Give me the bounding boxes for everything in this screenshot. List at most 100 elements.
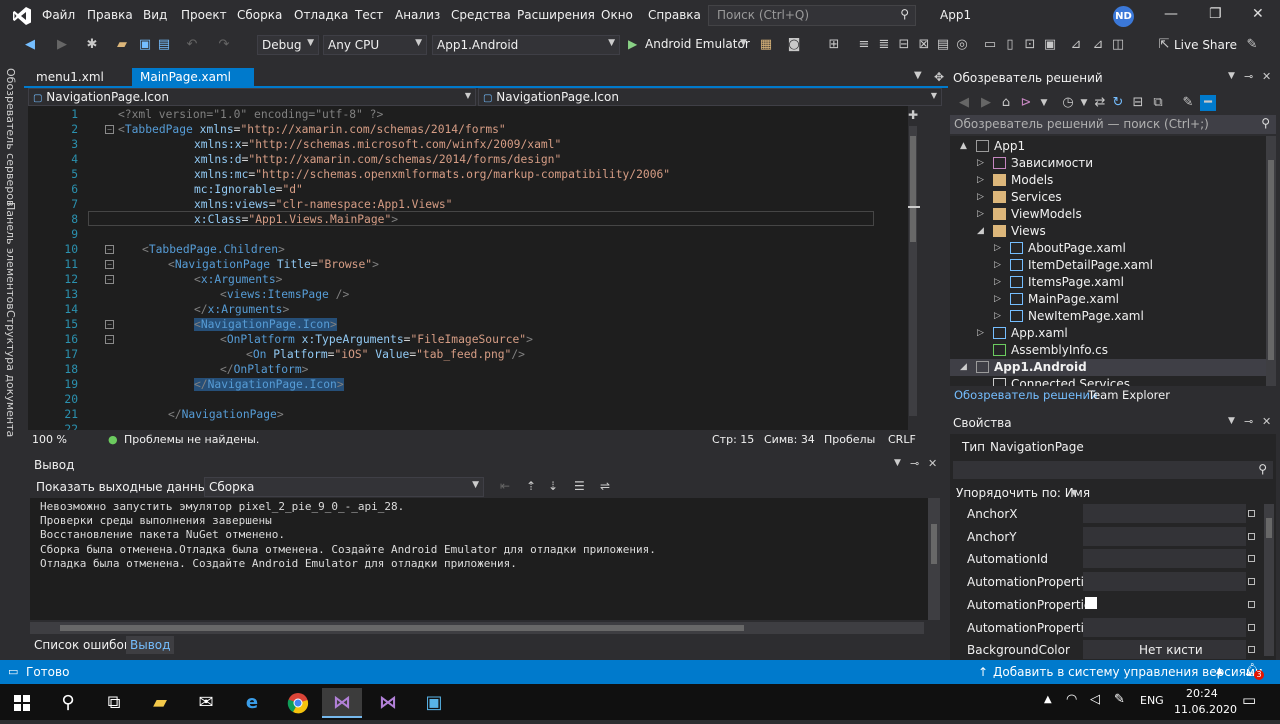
- vs-switch-icon[interactable]: ⊳: [1018, 95, 1034, 111]
- tree-expander-icon[interactable]: ◢: [977, 226, 984, 236]
- start-icon[interactable]: ▶: [628, 37, 637, 51]
- tree-item[interactable]: ▷ Зависимости: [950, 155, 1266, 172]
- property-marker-icon[interactable]: [1248, 578, 1255, 586]
- collapse-all-icon[interactable]: ⊟: [1130, 95, 1146, 111]
- fold-toggle-icon[interactable]: −: [105, 125, 114, 134]
- menu-edit[interactable]: Правка: [87, 8, 133, 22]
- screenshot-icon[interactable]: ◙: [786, 37, 802, 53]
- tab-overflow-icon[interactable]: ▼: [914, 70, 922, 81]
- fold-toggle-icon[interactable]: −: [105, 245, 114, 254]
- open-folder-icon[interactable]: ▰: [114, 37, 130, 53]
- tree-expander-icon[interactable]: ▲: [960, 141, 967, 151]
- menu-analyze[interactable]: Анализ: [395, 8, 440, 22]
- code-editor[interactable]: 1 2 3 4 5 6 7 8 9 10 11 12 13 14 15 16 17 18 19 20 21 22 − − …: [28, 106, 908, 430]
- solution-tree-vscroll-thumb[interactable]: [1268, 160, 1274, 360]
- run-target-button[interactable]: Android Emulator: [645, 37, 750, 51]
- tab-solution-explorer[interactable]: Обозреватель решений: [954, 388, 1098, 402]
- file-explorer-icon[interactable]: ▰: [140, 688, 180, 718]
- scroll-thumb[interactable]: [910, 136, 916, 242]
- panel-menu-icon[interactable]: ▼: [894, 458, 901, 468]
- chrome-icon[interactable]: [278, 688, 318, 718]
- tree-expander-icon[interactable]: ▷: [994, 260, 1001, 270]
- feedback-icon[interactable]: ✎: [1244, 37, 1260, 53]
- menu-view[interactable]: Вид: [143, 8, 167, 22]
- panel-menu-icon[interactable]: ▼: [1228, 71, 1235, 81]
- tab-output[interactable]: Вывод: [126, 636, 175, 654]
- forward-icon[interactable]: ▶: [54, 37, 70, 53]
- sync-icon[interactable]: ⇄: [1092, 95, 1108, 111]
- properties-vscroll[interactable]: [1264, 504, 1274, 656]
- menu-extensions[interactable]: Расширения: [517, 8, 595, 22]
- property-value-field[interactable]: [1083, 504, 1246, 523]
- property-value-field[interactable]: [1083, 572, 1246, 592]
- menu-build[interactable]: Сборка: [237, 8, 282, 22]
- tab-mainpage-xaml[interactable]: MainPage.xaml ⊸ ✕: [132, 68, 254, 98]
- zoom-level[interactable]: 100 %: [32, 433, 67, 446]
- pin-icon[interactable]: ⊸: [910, 457, 919, 470]
- ios-icon[interactable]: ⊿: [1090, 37, 1106, 53]
- tree-item[interactable]: Connected Services: [950, 376, 1266, 386]
- bookmark-icon[interactable]: ⊞: [826, 37, 842, 53]
- startup-project-select[interactable]: App1.Android ▼: [432, 35, 620, 55]
- comment-icon[interactable]: ≡: [856, 37, 872, 53]
- device-icon[interactable]: ▭: [982, 37, 998, 53]
- search-icon[interactable]: ⚲: [48, 688, 88, 718]
- find-message-icon[interactable]: ⇤: [500, 479, 510, 493]
- quick-search-input[interactable]: Поиск (Ctrl+Q) ⚲: [708, 5, 916, 26]
- fold-toggle-icon[interactable]: −: [105, 320, 114, 329]
- tree-item[interactable]: ▷ ItemDetailPage.xaml: [950, 257, 1266, 274]
- menu-window[interactable]: Окно: [601, 8, 633, 22]
- property-value-field[interactable]: [1083, 526, 1246, 546]
- tree-item[interactable]: ▷ NewItemPage.xaml: [950, 308, 1266, 325]
- line-ending-indicator[interactable]: CRLF: [888, 433, 916, 446]
- whitespace-indicator[interactable]: Пробелы: [824, 433, 875, 446]
- pin-icon[interactable]: ⊸: [1244, 415, 1253, 428]
- tree-expander-icon[interactable]: ▷: [977, 158, 984, 168]
- forward-icon[interactable]: ▶: [978, 95, 994, 111]
- property-value-field[interactable]: Нет кисти: [1083, 640, 1246, 660]
- uncomment-icon[interactable]: ≣: [876, 37, 892, 53]
- live-share-icon[interactable]: ⇱: [1156, 37, 1172, 53]
- new-item-icon[interactable]: ✱: [84, 37, 100, 53]
- tree-expander-icon[interactable]: ▷: [977, 192, 984, 202]
- action-center-icon[interactable]: ▭: [1242, 691, 1256, 709]
- network-icon[interactable]: ◎: [954, 37, 970, 53]
- chevron-down-icon[interactable]: ▼: [1036, 95, 1052, 111]
- server-explorer-tab[interactable]: Обозреватель серверов: [4, 68, 17, 206]
- tree-item[interactable]: ▷ MainPage.xaml: [950, 291, 1266, 308]
- edge-icon[interactable]: e: [232, 688, 272, 718]
- minimize-icon[interactable]: —: [1164, 6, 1178, 22]
- solution-search-input[interactable]: Обозреватель решений — поиск (Ctrl+;) ⚲: [950, 115, 1276, 134]
- prev-message-icon[interactable]: ⇡: [526, 479, 536, 493]
- publish-icon[interactable]: ▣: [1042, 37, 1058, 53]
- input-language[interactable]: ENG: [1140, 694, 1164, 707]
- property-marker-icon[interactable]: [1248, 532, 1255, 540]
- property-value-field[interactable]: [1083, 617, 1246, 637]
- volume-icon[interactable]: ◁: [1090, 692, 1100, 707]
- properties-search-input[interactable]: ⚲: [953, 461, 1273, 479]
- menu-file[interactable]: Файл: [42, 8, 75, 22]
- tree-item[interactable]: ◢ App1.Android: [950, 359, 1266, 376]
- config-select[interactable]: Debug ▼: [257, 35, 319, 55]
- editor-scrollbar[interactable]: ✚: [908, 106, 940, 430]
- layout-icon[interactable]: ▤: [935, 37, 951, 53]
- close-icon[interactable]: ✕: [1262, 70, 1271, 83]
- visual-studio-icon[interactable]: ⋈: [322, 688, 362, 718]
- fold-toggle-icon[interactable]: −: [105, 275, 114, 284]
- next-message-icon[interactable]: ⇣: [548, 479, 558, 493]
- panel-menu-icon[interactable]: ▼: [1228, 416, 1235, 426]
- tree-expander-icon[interactable]: ▷: [977, 175, 984, 185]
- android-icon[interactable]: ⊿: [1068, 37, 1084, 53]
- properties-vscroll-thumb[interactable]: [1266, 518, 1272, 538]
- property-value-field[interactable]: [1083, 549, 1246, 569]
- menu-test[interactable]: Тест: [355, 8, 383, 22]
- save-icon[interactable]: ▣: [137, 37, 153, 53]
- nav-left-select[interactable]: ▢ NavigationPage.Icon ▼: [28, 88, 476, 106]
- property-marker-icon[interactable]: [1248, 646, 1255, 654]
- tree-expander-icon[interactable]: ▷: [994, 277, 1001, 287]
- home-icon[interactable]: ⌂: [998, 95, 1014, 111]
- platform-select[interactable]: Any CPU ▼: [323, 35, 427, 55]
- tab-error-list[interactable]: Список ошибок: [34, 638, 131, 652]
- output-vscroll[interactable]: [928, 498, 940, 620]
- tab-menu1-xml[interactable]: menu1.xml: [28, 68, 112, 87]
